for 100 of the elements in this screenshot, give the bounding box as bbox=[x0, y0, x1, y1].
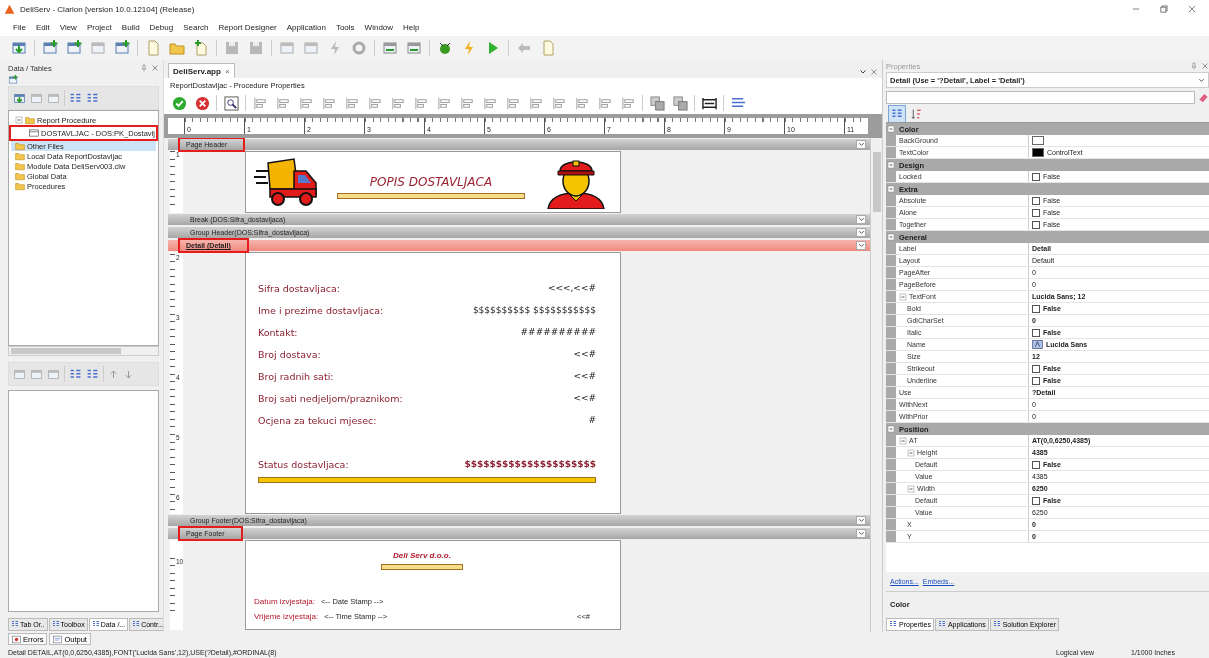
band-toggle[interactable] bbox=[856, 529, 866, 538]
tab-close-button[interactable]: × bbox=[224, 66, 230, 76]
window-button[interactable] bbox=[302, 39, 320, 57]
window-plus-button[interactable] bbox=[65, 39, 83, 57]
window-button[interactable] bbox=[89, 39, 107, 57]
close-icon[interactable] bbox=[1187, 4, 1197, 14]
window-icon[interactable] bbox=[47, 367, 60, 381]
menu-item[interactable]: Tools bbox=[330, 21, 360, 33]
row-gutter bbox=[886, 495, 896, 506]
vertical-scrollbar[interactable] bbox=[870, 138, 882, 632]
horizontal-scrollbar[interactable] bbox=[8, 346, 159, 356]
down-arrow-icon[interactable] bbox=[123, 368, 134, 380]
tree-icon[interactable] bbox=[86, 91, 99, 105]
tree-icon[interactable] bbox=[69, 367, 82, 381]
collapse-icon[interactable] bbox=[887, 125, 895, 133]
window-icon[interactable] bbox=[47, 91, 60, 105]
close-icon[interactable] bbox=[1201, 62, 1209, 70]
checkbox[interactable] bbox=[1032, 304, 1040, 313]
window-icon[interactable] bbox=[30, 367, 43, 381]
align-icon bbox=[597, 95, 613, 111]
collapse-icon[interactable] bbox=[887, 233, 895, 241]
tree-icon[interactable] bbox=[86, 367, 99, 381]
band-toggle[interactable] bbox=[856, 516, 866, 525]
restore-icon[interactable] bbox=[1159, 4, 1169, 14]
checkbox[interactable] bbox=[1032, 172, 1040, 181]
tree-icon[interactable] bbox=[69, 91, 82, 105]
band-toggle[interactable] bbox=[856, 215, 866, 224]
band-toggle[interactable] bbox=[856, 241, 866, 250]
eraser-icon[interactable] bbox=[1198, 91, 1209, 103]
row-gutter bbox=[886, 339, 896, 350]
layers-button[interactable] bbox=[648, 94, 666, 112]
color-swatch[interactable] bbox=[1032, 148, 1044, 157]
window-icon[interactable] bbox=[13, 91, 26, 105]
band-toggle[interactable] bbox=[856, 140, 866, 149]
menu-item[interactable]: Debug bbox=[144, 21, 179, 33]
checkbox[interactable] bbox=[1032, 364, 1040, 373]
save-button[interactable] bbox=[247, 39, 265, 57]
layers-button[interactable] bbox=[671, 94, 689, 112]
check-button[interactable] bbox=[170, 94, 188, 112]
collapse-icon[interactable] bbox=[887, 185, 895, 193]
window-plus-button[interactable] bbox=[41, 39, 59, 57]
checkbox[interactable] bbox=[1032, 220, 1040, 229]
collapse-icon[interactable] bbox=[907, 484, 915, 493]
window-button[interactable] bbox=[278, 39, 296, 57]
row-gutter bbox=[886, 327, 896, 338]
menu-item[interactable]: Report Designer bbox=[213, 21, 282, 33]
window-button[interactable] bbox=[405, 39, 423, 57]
collapse-icon[interactable] bbox=[887, 425, 895, 433]
menu-item[interactable]: View bbox=[54, 21, 82, 33]
menu-item[interactable]: Application bbox=[281, 21, 331, 33]
window-icon bbox=[303, 40, 319, 56]
row-gutter bbox=[886, 147, 896, 158]
field-label: Broj sati nedjeljom/praznikom: bbox=[258, 392, 403, 404]
categorized-button[interactable] bbox=[888, 105, 906, 123]
pin-icon[interactable] bbox=[140, 64, 148, 72]
close-icon[interactable] bbox=[870, 68, 878, 76]
menu-item[interactable]: Project bbox=[81, 21, 117, 33]
menu-item[interactable]: Edit bbox=[30, 21, 55, 33]
menu-item[interactable]: Help bbox=[398, 21, 425, 33]
cancel-button[interactable] bbox=[193, 94, 211, 112]
window-icon[interactable] bbox=[30, 91, 43, 105]
band-toggle[interactable] bbox=[856, 228, 866, 237]
checkbox[interactable] bbox=[1032, 196, 1040, 205]
checkbox[interactable] bbox=[1032, 328, 1040, 337]
document-plus-button[interactable] bbox=[192, 39, 210, 57]
window-button[interactable] bbox=[381, 39, 399, 57]
align-icon bbox=[505, 95, 521, 111]
gear-button[interactable] bbox=[350, 39, 368, 57]
zoom-button[interactable] bbox=[222, 94, 240, 112]
close-icon[interactable] bbox=[151, 64, 159, 72]
window-plus-button[interactable] bbox=[113, 39, 131, 57]
checkbox[interactable] bbox=[1032, 460, 1040, 469]
menu-item[interactable]: File bbox=[8, 21, 31, 33]
collapse-icon[interactable] bbox=[899, 436, 907, 445]
menu-item[interactable]: Search bbox=[178, 21, 214, 33]
document-tab[interactable]: DeliServ.app × bbox=[168, 63, 235, 78]
window-icon bbox=[406, 40, 422, 56]
row-gutter bbox=[886, 171, 896, 182]
checkbox[interactable] bbox=[1032, 376, 1040, 385]
save-button[interactable] bbox=[223, 39, 241, 57]
collapse-icon[interactable] bbox=[899, 292, 907, 301]
row-gutter bbox=[886, 447, 896, 458]
up-arrow-icon[interactable] bbox=[108, 368, 119, 380]
row-gutter bbox=[886, 291, 896, 302]
checkbox[interactable] bbox=[1032, 208, 1040, 217]
search-field[interactable] bbox=[886, 90, 1195, 104]
window-plus-icon[interactable] bbox=[8, 75, 18, 85]
collapse-icon[interactable] bbox=[15, 116, 23, 124]
collapse-icon[interactable] bbox=[887, 161, 895, 169]
menu-item[interactable]: Window bbox=[359, 21, 399, 33]
font-icon[interactable] bbox=[1032, 339, 1043, 350]
checkbox[interactable] bbox=[1032, 496, 1040, 505]
row-gutter bbox=[886, 399, 896, 410]
chevron-down-icon[interactable] bbox=[859, 68, 867, 76]
menu-item[interactable]: Build bbox=[116, 21, 145, 33]
collapse-icon[interactable] bbox=[907, 448, 915, 457]
window-download-button[interactable] bbox=[10, 39, 28, 57]
color-swatch[interactable] bbox=[1032, 136, 1044, 145]
window-icon[interactable] bbox=[13, 367, 26, 381]
pin-icon[interactable] bbox=[1190, 62, 1198, 70]
